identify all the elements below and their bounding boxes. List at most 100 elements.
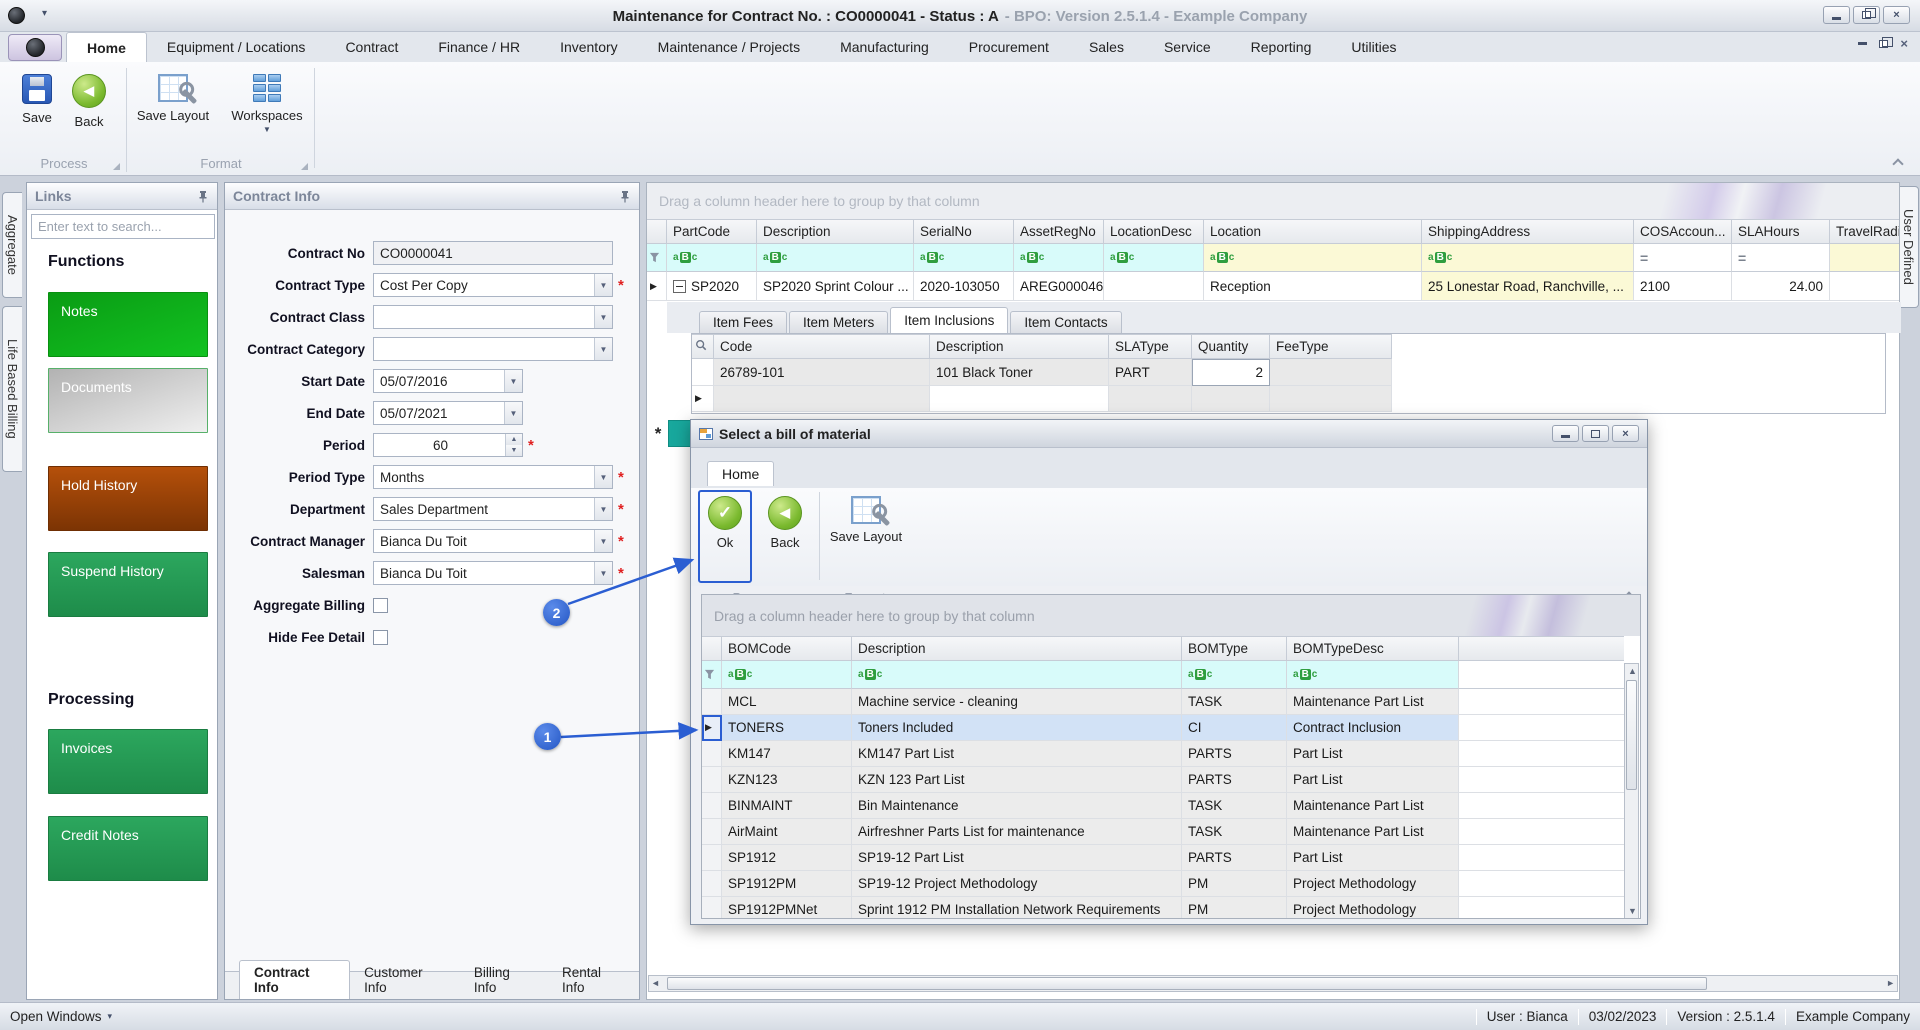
ribbon-tab-service[interactable]: Service bbox=[1144, 32, 1231, 62]
close-button[interactable]: × bbox=[1883, 6, 1910, 24]
ribbon-tab-equipment-locations[interactable]: Equipment / Locations bbox=[147, 32, 326, 62]
cell-bomtype[interactable]: PM bbox=[1182, 897, 1287, 919]
col-feetype[interactable]: FeeType bbox=[1270, 334, 1392, 359]
scroll-up-icon[interactable]: ▲ bbox=[1628, 666, 1637, 676]
cell-bomcode[interactable]: AirMaint bbox=[722, 819, 852, 845]
scroll-down-icon[interactable]: ▼ bbox=[1628, 906, 1637, 916]
cell-bomtypedesc[interactable]: Part List bbox=[1287, 741, 1459, 767]
cell-slatype[interactable]: PART bbox=[1109, 359, 1192, 386]
format-group-launcher-icon[interactable] bbox=[301, 163, 308, 170]
cell-code[interactable]: 26789-101 bbox=[714, 359, 930, 386]
open-windows-button[interactable]: Open Windows bbox=[10, 1009, 102, 1024]
cell-bomtype[interactable]: PARTS bbox=[1182, 767, 1287, 793]
period-spin-buttons[interactable]: ▲ ▼ bbox=[505, 434, 522, 456]
mdi-minimize-icon[interactable] bbox=[1858, 42, 1867, 45]
bom-row-airmaint[interactable]: AirMaint Airfreshner Parts List for main… bbox=[702, 819, 1640, 845]
filter-partcode[interactable]: aBc bbox=[667, 244, 757, 272]
filter-cosaccount[interactable]: = bbox=[1634, 244, 1732, 272]
filter-shippingaddress[interactable]: aBc bbox=[1422, 244, 1634, 272]
dropdown-icon[interactable]: ▼ bbox=[594, 562, 612, 584]
dialog-save-layout-button[interactable]: Save Layout bbox=[827, 496, 905, 544]
cell-bomtype[interactable]: PARTS bbox=[1182, 741, 1287, 767]
bom-row-binmaint[interactable]: BINMAINT Bin Maintenance TASK Maintenanc… bbox=[702, 793, 1640, 819]
cell-shippingaddress[interactable]: 25 Lonestar Road, Ranchville, ... bbox=[1422, 272, 1634, 301]
cell-travelradius[interactable] bbox=[1830, 272, 1899, 301]
cell-slahours[interactable]: 24.00 bbox=[1732, 272, 1830, 301]
filter-bomtype[interactable]: aBc bbox=[1182, 661, 1287, 689]
cell-bomcode[interactable]: BINMAINT bbox=[722, 793, 852, 819]
cell-description[interactable]: Toners Included bbox=[852, 715, 1182, 741]
cell-description[interactable]: KZN 123 Part List bbox=[852, 767, 1182, 793]
col-travelradius[interactable]: TravelRadiu... bbox=[1830, 219, 1899, 244]
cell-description[interactable]: KM147 Part List bbox=[852, 741, 1182, 767]
bom-row-km147[interactable]: KM147 KM147 Part List PARTS Part List bbox=[702, 741, 1640, 767]
dialog-tab-home[interactable]: Home bbox=[707, 461, 774, 486]
cell-description[interactable]: SP19-12 Part List bbox=[852, 845, 1182, 871]
tab-billing-info[interactable]: Billing Info bbox=[460, 961, 548, 999]
aggregate-billing-checkbox[interactable] bbox=[373, 598, 388, 613]
mdi-restore-icon[interactable] bbox=[1879, 40, 1888, 48]
ribbon-tab-procurement[interactable]: Procurement bbox=[949, 32, 1069, 62]
cell-description[interactable]: Machine service - cleaning bbox=[852, 689, 1182, 715]
suspend-history-button[interactable]: Suspend History bbox=[48, 552, 208, 617]
period-type-combo[interactable]: Months ▼ bbox=[373, 465, 613, 489]
dropdown-icon[interactable]: ▼ bbox=[504, 402, 522, 424]
application-menu-button[interactable] bbox=[8, 34, 62, 61]
col-assetregno[interactable]: AssetRegNo bbox=[1014, 219, 1104, 244]
contract-class-combo[interactable]: ▼ bbox=[373, 305, 613, 329]
cell-description[interactable]: Airfreshner Parts List for maintenance bbox=[852, 819, 1182, 845]
col-slatype[interactable]: SLAType bbox=[1109, 334, 1192, 359]
inclusions-new-row[interactable]: ▶ bbox=[692, 386, 1885, 412]
collapse-ribbon-icon[interactable] bbox=[1892, 158, 1903, 169]
bom-row-mcl[interactable]: MCL Machine service - cleaning TASK Main… bbox=[702, 689, 1640, 715]
bom-row-kzn123[interactable]: KZN123 KZN 123 Part List PARTS Part List bbox=[702, 767, 1640, 793]
cell-description[interactable]: SP19-12 Project Methodology bbox=[852, 871, 1182, 897]
cell-bomtype[interactable]: TASK bbox=[1182, 793, 1287, 819]
end-date-field[interactable]: 05/07/2021 ▼ bbox=[373, 401, 523, 425]
filter-bomtypedesc[interactable]: aBc bbox=[1287, 661, 1459, 689]
equipment-data-row[interactable]: ▶ SP2020 SP2020 Sprint Colour ... 2020-1… bbox=[647, 272, 1899, 301]
dropdown-icon[interactable]: ▼ bbox=[594, 306, 612, 328]
filter-description[interactable]: aBc bbox=[852, 661, 1182, 689]
ribbon-tab-utilities[interactable]: Utilities bbox=[1331, 32, 1416, 62]
collapse-row-icon[interactable] bbox=[673, 280, 686, 293]
cell-cosaccount[interactable]: 2100 bbox=[1634, 272, 1732, 301]
filter-slahours[interactable]: = bbox=[1732, 244, 1830, 272]
dropdown-icon[interactable]: ▼ bbox=[504, 370, 522, 392]
inclusions-data-row[interactable]: 26789-101 101 Black Toner PART 2 bbox=[692, 359, 1885, 386]
open-windows-caret-icon[interactable]: ▾ bbox=[108, 1011, 113, 1022]
pin-icon[interactable] bbox=[197, 190, 209, 203]
filter-travelradius[interactable] bbox=[1830, 244, 1899, 272]
period-spinner[interactable]: 60 ▲ ▼ bbox=[373, 433, 523, 457]
horizontal-scrollbar[interactable]: ◄ ► bbox=[648, 975, 1898, 992]
scroll-left-icon[interactable]: ◄ bbox=[651, 978, 660, 988]
scrollbar-thumb[interactable] bbox=[1626, 680, 1637, 790]
department-combo[interactable]: Sales Department ▼ bbox=[373, 497, 613, 521]
filter-locationdesc[interactable]: aBc bbox=[1104, 244, 1204, 272]
side-tab-life-based-billing[interactable]: Life Based Billing bbox=[2, 306, 22, 472]
col-slahours[interactable]: SLAHours bbox=[1732, 219, 1830, 244]
scroll-right-icon[interactable]: ► bbox=[1886, 978, 1895, 988]
cell-bomcode[interactable]: SP1912PM bbox=[722, 871, 852, 897]
back-button[interactable]: ◀ Back bbox=[56, 68, 122, 154]
filter-funnel-icon[interactable] bbox=[647, 244, 667, 272]
ribbon-tab-finance-hr[interactable]: Finance / HR bbox=[418, 32, 540, 62]
notes-button[interactable]: Notes bbox=[48, 292, 208, 357]
col-shippingaddress[interactable]: ShippingAddress bbox=[1422, 219, 1634, 244]
dialog-maximize-button[interactable] bbox=[1582, 425, 1609, 442]
ok-button[interactable]: ✓ Ok bbox=[699, 496, 751, 550]
filter-description[interactable]: aBc bbox=[757, 244, 914, 272]
contract-no-field[interactable]: CO0000041 bbox=[373, 241, 613, 265]
tab-item-contacts[interactable]: Item Contacts bbox=[1010, 311, 1121, 333]
col-bomtype[interactable]: BOMType bbox=[1182, 636, 1287, 661]
bom-groupby-bar[interactable]: Drag a column header here to group by th… bbox=[702, 595, 1640, 636]
col-location[interactable]: Location bbox=[1204, 219, 1422, 244]
cell-quantity[interactable]: 2 bbox=[1192, 359, 1270, 386]
cell-description[interactable]: Sprint 1912 PM Installation Network Requ… bbox=[852, 897, 1182, 919]
search-header-icon[interactable] bbox=[692, 334, 714, 359]
cell-assetregno[interactable]: AREG000046 bbox=[1014, 272, 1104, 301]
col-serialno[interactable]: SerialNo bbox=[914, 219, 1014, 244]
contract-category-combo[interactable]: ▼ bbox=[373, 337, 613, 361]
cell-bomtype[interactable]: PARTS bbox=[1182, 845, 1287, 871]
col-bomtypedesc[interactable]: BOMTypeDesc bbox=[1287, 636, 1459, 661]
